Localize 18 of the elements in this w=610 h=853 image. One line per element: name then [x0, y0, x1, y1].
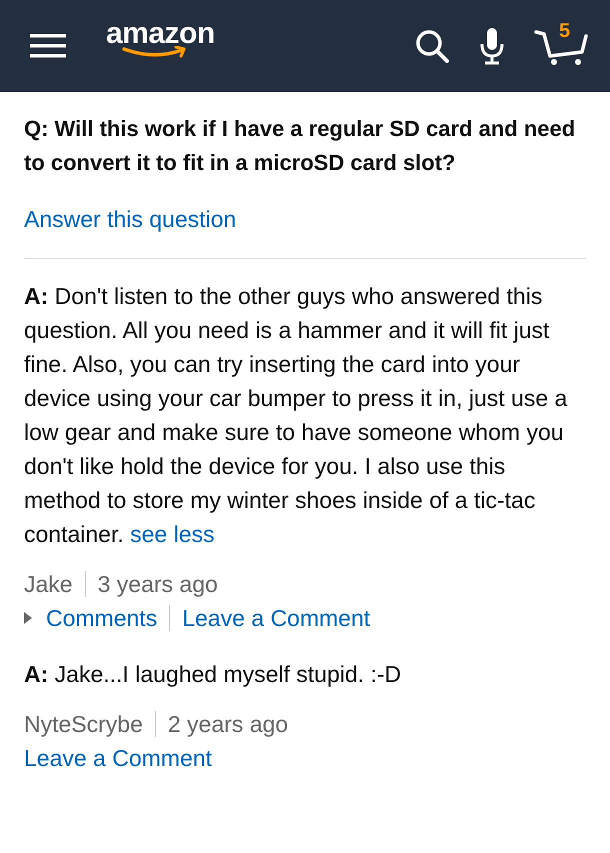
menu-icon[interactable] — [30, 32, 66, 60]
caret-icon[interactable] — [24, 612, 32, 624]
question-text: Q: Will this work if I have a regular SD card and need to convert it to fit in a microSD card slot? — [24, 115, 576, 177]
answer-question-link[interactable]: Answer this question — [24, 202, 236, 236]
leave-comment-link[interactable]: Leave a Comment — [24, 741, 212, 775]
leave-comment-link[interactable]: Leave a Comment — [182, 601, 370, 635]
author-name: Jake — [24, 570, 73, 599]
answer-date: 2 years ago — [168, 710, 288, 739]
see-less-link[interactable]: see less — [130, 521, 215, 547]
author-name: NyteScrybe — [24, 710, 143, 739]
answer-date: 3 years ago — [98, 570, 218, 599]
search-icon[interactable] — [414, 28, 450, 64]
comments-link[interactable]: Comments — [46, 601, 158, 635]
answer-text: A: Don't listen to the other guys who answered this question. All you need is a hammer and it will fit just fine. Also, you can try inserting the card into your device using your car bumper to press it in, just use a low gear and make sure to have someone whom you don't like hold the device for you. I also use this method to store my winter shoes inside of a tic-tac container. see less — [24, 282, 568, 549]
cart-count: 5 — [559, 20, 570, 43]
amazon-logo[interactable]: amazon — [106, 18, 215, 60]
microphone-icon[interactable] — [480, 27, 504, 65]
answer-text: A: Jake...I laughed myself stupid. :-D — [24, 660, 402, 689]
